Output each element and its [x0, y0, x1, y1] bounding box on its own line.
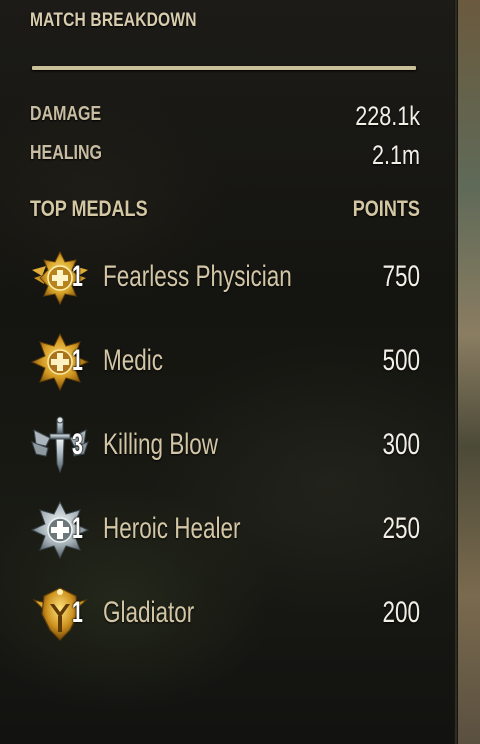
medal-count: 1: [72, 344, 83, 377]
medal-row-killing-blow: 3 Killing Blow 300: [28, 416, 420, 476]
medal-points: 300: [382, 428, 420, 461]
medal-name: Heroic Healer: [103, 512, 241, 545]
medal-count: 3: [72, 428, 83, 461]
medal-name: Fearless Physician: [103, 260, 292, 293]
top-medals-heading: TOP MEDALS: [30, 196, 148, 221]
medal-name: Medic: [103, 344, 164, 377]
medal-row-gladiator: 1 Gladiator 200: [28, 584, 420, 644]
stat-value: 2.1m: [371, 140, 420, 170]
stat-row-damage: DAMAGE 228.1k: [30, 101, 420, 131]
title-divider: [32, 66, 416, 70]
medal-points: 200: [382, 596, 420, 629]
medal-points: 500: [382, 344, 420, 377]
panel-border: [454, 0, 458, 744]
medal-name: Gladiator: [103, 596, 195, 629]
medal-count: 1: [72, 596, 83, 629]
medal-count: 1: [72, 260, 83, 293]
stat-label: HEALING: [30, 142, 102, 164]
stat-row-healing: HEALING 2.1m: [30, 140, 420, 170]
medal-row-medic: 1 Medic 500: [28, 332, 420, 392]
medal-row-heroic-healer: 1 Heroic Healer 250: [28, 500, 420, 560]
medals-header: TOP MEDALS POINTS: [30, 196, 420, 224]
stat-label: DAMAGE: [30, 103, 102, 125]
game-scene-edge: [458, 0, 480, 744]
panel-title: MATCH BREAKDOWN: [30, 10, 197, 31]
medal-count: 1: [72, 512, 83, 545]
match-breakdown-panel: MATCH BREAKDOWN DAMAGE 228.1k HEALING 2.…: [0, 0, 454, 744]
medal-row-fearless-physician: 1 Fearless Physician 750: [28, 248, 420, 308]
stat-value: 228.1k: [355, 101, 420, 131]
medal-name: Killing Blow: [103, 428, 219, 461]
medal-points: 750: [382, 260, 420, 293]
medal-points: 250: [382, 512, 420, 545]
points-heading: POINTS: [352, 196, 420, 221]
